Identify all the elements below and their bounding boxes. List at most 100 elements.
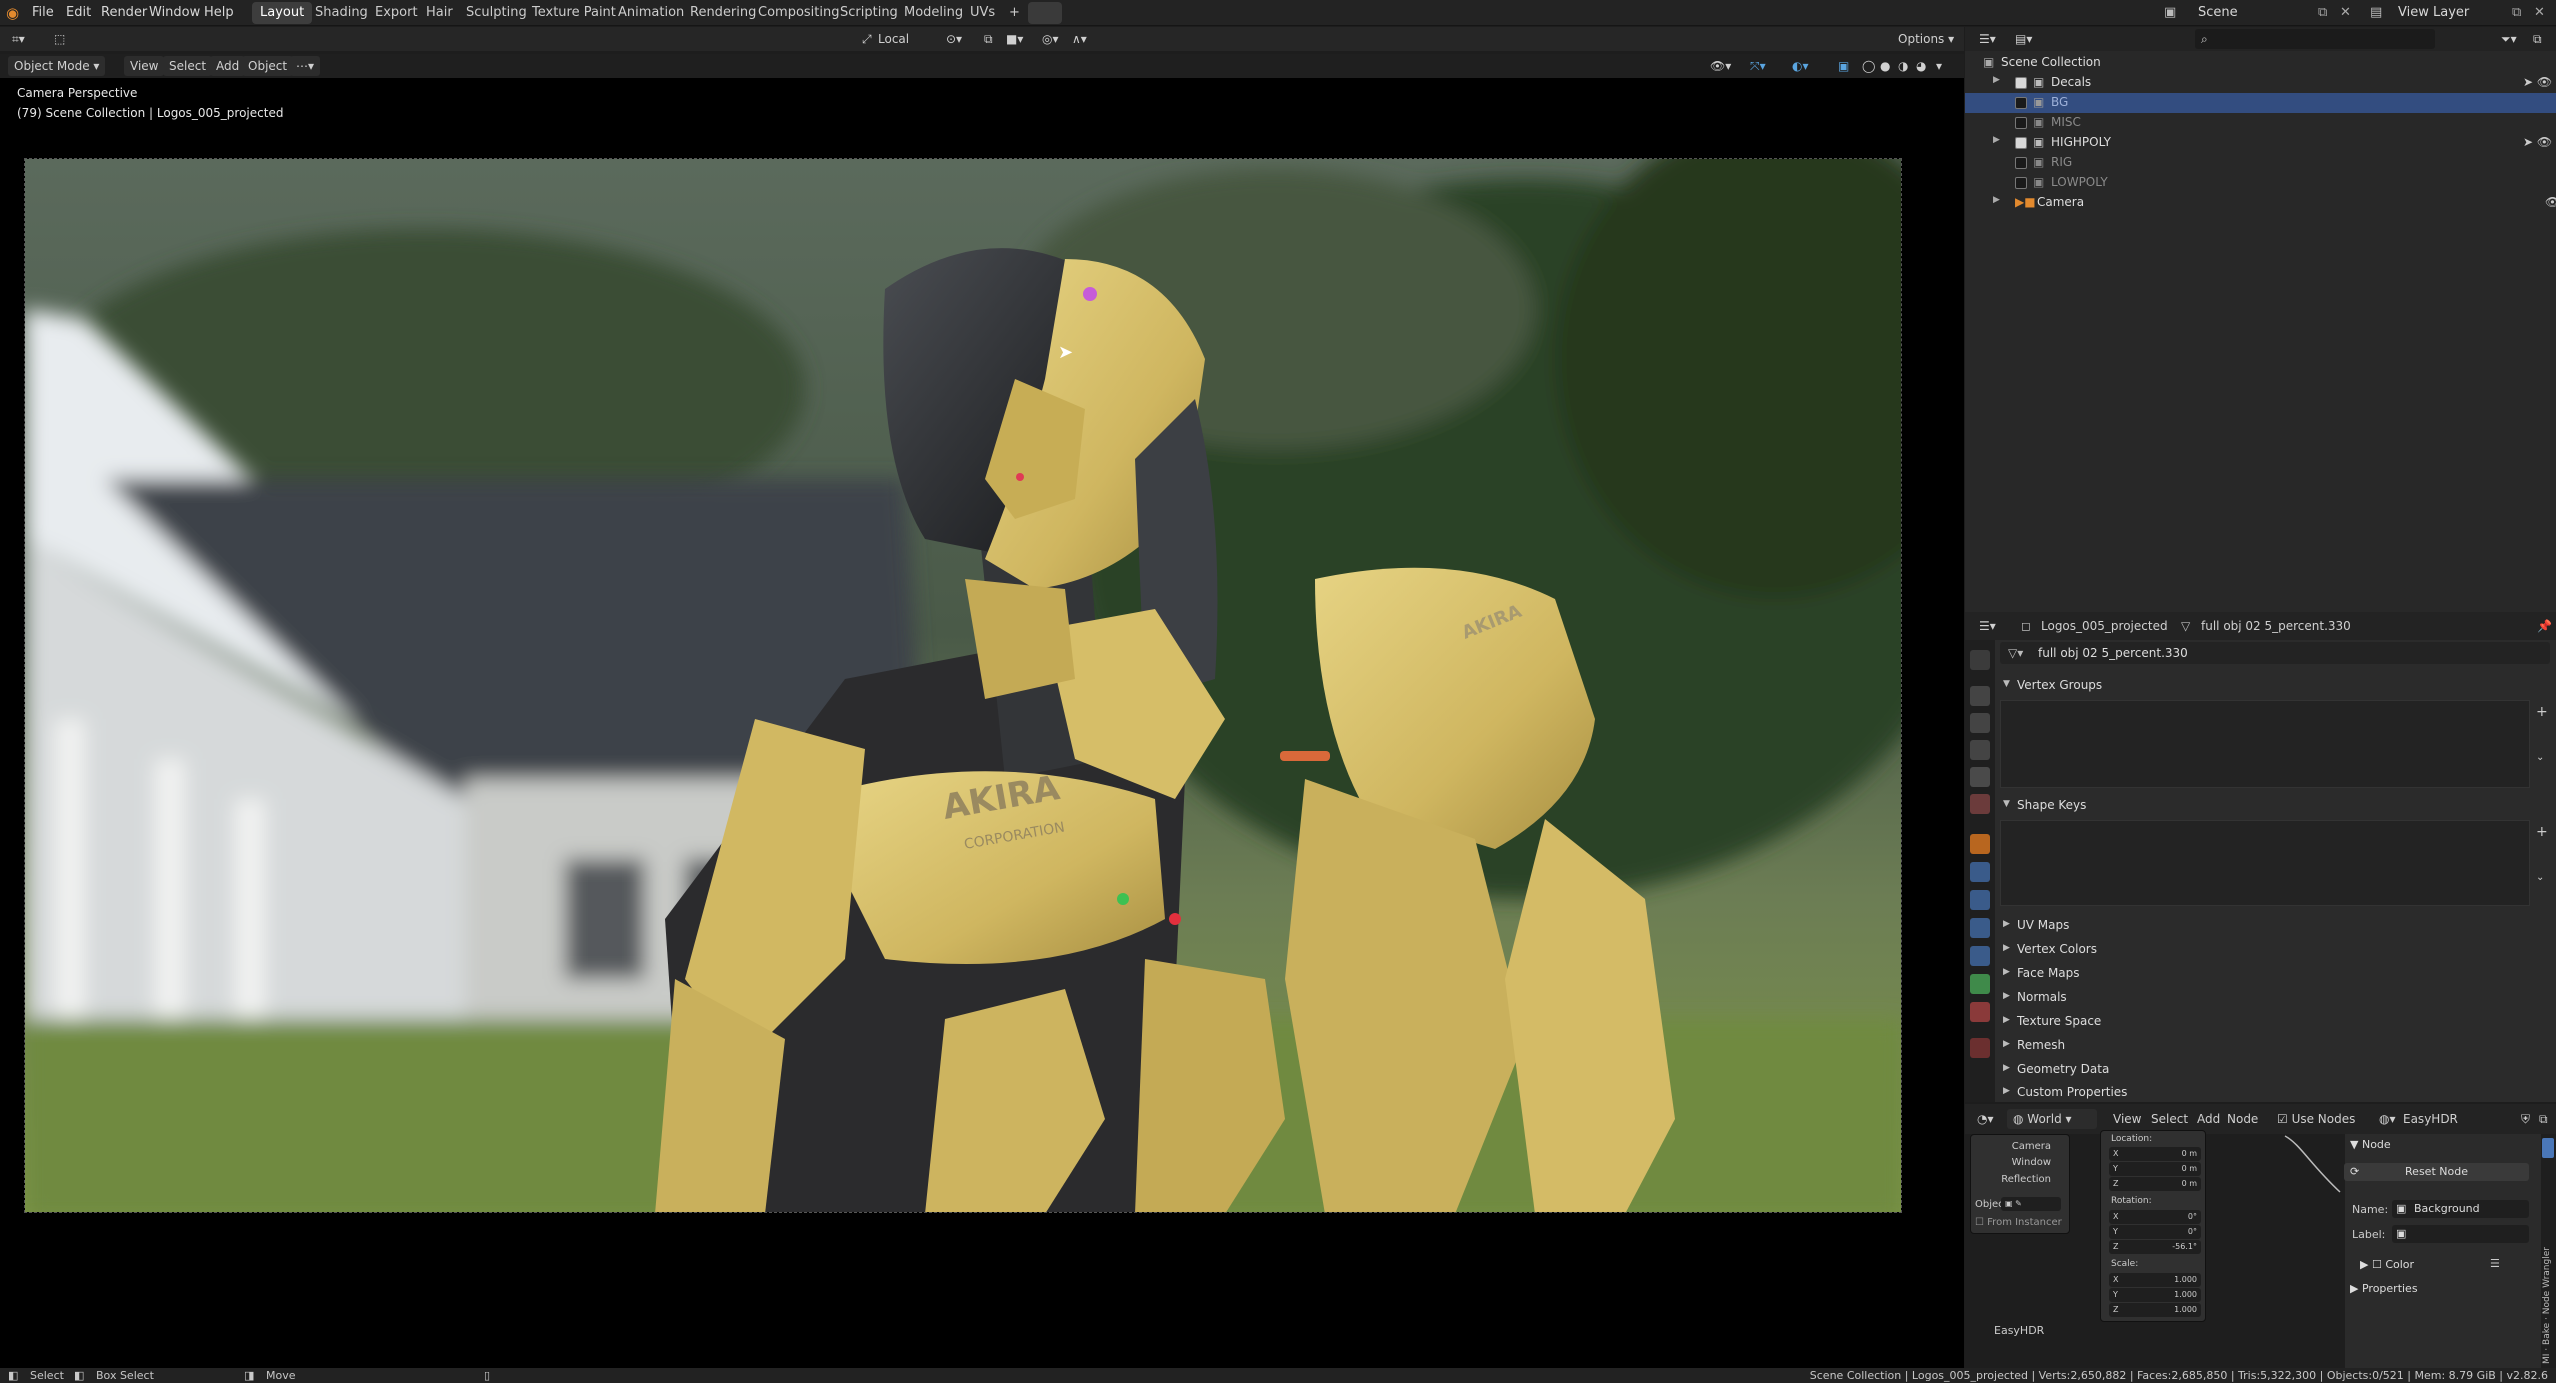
tab-scripting[interactable]: Scripting	[832, 2, 906, 24]
modifiers-tab-icon[interactable]	[1970, 862, 1990, 882]
section-vertex-groups[interactable]: ▼ Vertex Groups	[1995, 674, 2556, 696]
shader-type-dropdown[interactable]: ◍ World ▾	[2007, 1109, 2097, 1129]
tab-uvs[interactable]: UVs	[962, 2, 1003, 24]
object-field[interactable]: ▣ ✎	[2001, 1197, 2061, 1211]
exclude-checkbox[interactable]	[2015, 177, 2027, 189]
exclude-checkbox[interactable]	[2015, 117, 2027, 129]
node-menu-view[interactable]: View	[2107, 1109, 2147, 1129]
section-shape-keys[interactable]: ▼ Shape Keys	[1995, 794, 2556, 816]
scale-z-field[interactable]: Z 1.000	[2109, 1303, 2201, 1317]
options-dropdown[interactable]: Options ▾	[1892, 29, 1960, 49]
tab-layout[interactable]: Layout	[252, 2, 313, 24]
menu-select[interactable]: Select	[163, 56, 213, 76]
menu-window[interactable]: Window	[149, 0, 200, 26]
section-vertex-colors[interactable]: ▶ Vertex Colors	[1995, 938, 2556, 960]
mesh-datablock-field[interactable]: ▽▾ full obj 02 5_percent.330	[2000, 642, 2550, 664]
new-world-icon[interactable]: ⧉	[2533, 1109, 2554, 1129]
remove-scene-icon[interactable]: ✕	[2340, 0, 2351, 26]
menu-help[interactable]: Help	[204, 0, 234, 26]
exclude-checkbox[interactable]	[2015, 137, 2027, 149]
pin-icon[interactable]: 📌	[2531, 616, 2556, 636]
color-presets-icon[interactable]: ☰	[2490, 1257, 2500, 1270]
restrict-icons[interactable]: ➤ 👁 ▣ ◉	[2523, 135, 2556, 149]
camera-render-frame[interactable]: AKIRA CORPORATION AKIRA	[24, 158, 1902, 1213]
object-type-icon[interactable]: ⋯▾	[290, 56, 321, 76]
outliner-item-bg[interactable]: ▣ BG	[1965, 93, 2556, 113]
reset-node-button[interactable]: ⟳ Reset Node	[2344, 1163, 2529, 1181]
shading-options-icon[interactable]: ▾	[1930, 56, 1948, 76]
properties-section-header[interactable]: ▶ Properties	[2350, 1282, 2418, 1295]
overlay-icon[interactable]: ◐▾	[1786, 56, 1815, 76]
pivot-icon[interactable]: ⊙▾	[940, 29, 968, 49]
data-tab-icon[interactable]	[1970, 974, 1990, 994]
constraints-tab-icon[interactable]	[1970, 946, 1990, 966]
color-section-header[interactable]: ▶ ☐ Color	[2360, 1258, 2414, 1271]
section-face-maps[interactable]: ▶ Face Maps	[1995, 962, 2556, 984]
workspace-extra-icon[interactable]	[1028, 2, 1062, 24]
location-x-field[interactable]: X 0 m	[2109, 1147, 2201, 1161]
mode-dropdown[interactable]: Object Mode ▾	[8, 56, 106, 76]
location-y-field[interactable]: Y 0 m	[2109, 1162, 2201, 1176]
outliner-display-icon[interactable]: ▤▾	[2009, 29, 2038, 49]
menu-edit[interactable]: Edit	[66, 0, 91, 26]
add-vertex-group-icon[interactable]: +	[2536, 704, 2548, 720]
tab-animation[interactable]: Animation	[610, 2, 692, 24]
use-nodes-checkbox[interactable]: ☑ Use Nodes	[2271, 1109, 2361, 1129]
section-normals[interactable]: ▶ Normals	[1995, 986, 2556, 1008]
scene-name[interactable]: Scene	[2198, 0, 2238, 26]
properties-object-name[interactable]: Logos_005_projected	[2035, 616, 2174, 636]
physics-tab-icon[interactable]	[1970, 918, 1990, 938]
select-tool-icon[interactable]: ⬚	[48, 29, 71, 49]
tab-modeling[interactable]: Modeling	[896, 2, 971, 24]
tab-hair[interactable]: Hair	[418, 2, 461, 24]
new-scene-icon[interactable]: ⧉	[2318, 0, 2327, 26]
falloff-icon[interactable]: ∧▾	[1066, 29, 1093, 49]
menu-view[interactable]: View	[124, 56, 165, 76]
outliner-search-input[interactable]: ⌕	[2195, 29, 2435, 49]
gizmo-icon[interactable]: ⤧▾	[1744, 56, 1772, 76]
scene-tab-icon[interactable]	[1970, 767, 1990, 787]
tab-texture-paint[interactable]: Texture Paint	[524, 2, 624, 24]
view-layer-tab-icon[interactable]	[1970, 740, 1990, 760]
outliner-item-decals[interactable]: ▶ ▣ Decals ➤ 👁 ▣ ◉	[1965, 73, 2556, 93]
properties-editor-icon[interactable]: ☰▾	[1973, 616, 2002, 636]
object-tab-icon[interactable]	[1970, 834, 1990, 854]
shape-keys-list[interactable]	[2000, 820, 2530, 906]
texture-coordinate-node[interactable]: Camera Window Reflection Objec ▣ ✎ ☐ Fro…	[1970, 1134, 2070, 1234]
menu-object[interactable]: Object	[242, 56, 294, 76]
output-tab-icon[interactable]	[1970, 713, 1990, 733]
location-z-field[interactable]: Z 0 m	[2109, 1177, 2201, 1191]
add-workspace-button[interactable]: +	[1001, 2, 1028, 24]
visibility-icon[interactable]: 👁▾	[1704, 56, 1737, 76]
node-name-field[interactable]: ▣ Background	[2392, 1200, 2529, 1218]
outliner-item-misc[interactable]: ▣ MISC	[1965, 113, 2556, 133]
expand-icon[interactable]: ▶	[1993, 135, 2000, 145]
from-instancer-checkbox[interactable]: ☐ From Instancer	[1975, 1217, 2062, 1228]
editor-type-icon[interactable]: ⌗▾	[6, 29, 31, 49]
section-custom-properties[interactable]: ▶ Custom Properties	[1995, 1081, 2556, 1103]
tab-export[interactable]: Export	[367, 2, 426, 24]
vertex-group-menu-icon[interactable]: ⌄	[2536, 752, 2544, 763]
view-layer-name[interactable]: View Layer	[2398, 0, 2469, 26]
outliner-filter-icon[interactable]: ⏷▾	[2495, 29, 2523, 49]
restrict-icons[interactable]: ➤ 👁 ▣ ◉	[2523, 75, 2556, 89]
proportional-edit-icon[interactable]: ◎▾	[1036, 29, 1065, 49]
rotation-z-field[interactable]: Z -56.1°	[2109, 1240, 2201, 1254]
material-tab-icon[interactable]	[1970, 1002, 1990, 1022]
tab-shading[interactable]: Shading	[307, 2, 376, 24]
vertex-groups-list[interactable]	[2000, 700, 2530, 788]
outliner-item-camera[interactable]: ▶ ▶■ Camera 👁 ▣ ◉	[1965, 193, 2556, 213]
transform-orientation-dropdown[interactable]: Local	[872, 29, 915, 49]
xray-icon[interactable]: ▣	[1832, 56, 1855, 76]
particles-tab-icon[interactable]	[1970, 890, 1990, 910]
expand-icon[interactable]: ▶	[1993, 75, 2000, 85]
world-tab-icon[interactable]	[1970, 794, 1990, 814]
outliner-editor-icon[interactable]: ☰▾	[1973, 29, 2002, 49]
outliner-item-lowpoly[interactable]: ▣ LOWPOLY	[1965, 173, 2556, 193]
properties-mesh-name[interactable]: full obj 02 5_percent.330	[2195, 616, 2357, 636]
outliner-item-highpoly[interactable]: ▶ ▣ HIGHPOLY ➤ 👁 ▣ ◉	[1965, 133, 2556, 153]
node-label-field[interactable]: ▣	[2392, 1225, 2529, 1243]
rotation-x-field[interactable]: X 0°	[2109, 1210, 2201, 1224]
scale-y-field[interactable]: Y 1.000	[2109, 1288, 2201, 1302]
node-section-header[interactable]: ▼ Node	[2350, 1138, 2391, 1151]
